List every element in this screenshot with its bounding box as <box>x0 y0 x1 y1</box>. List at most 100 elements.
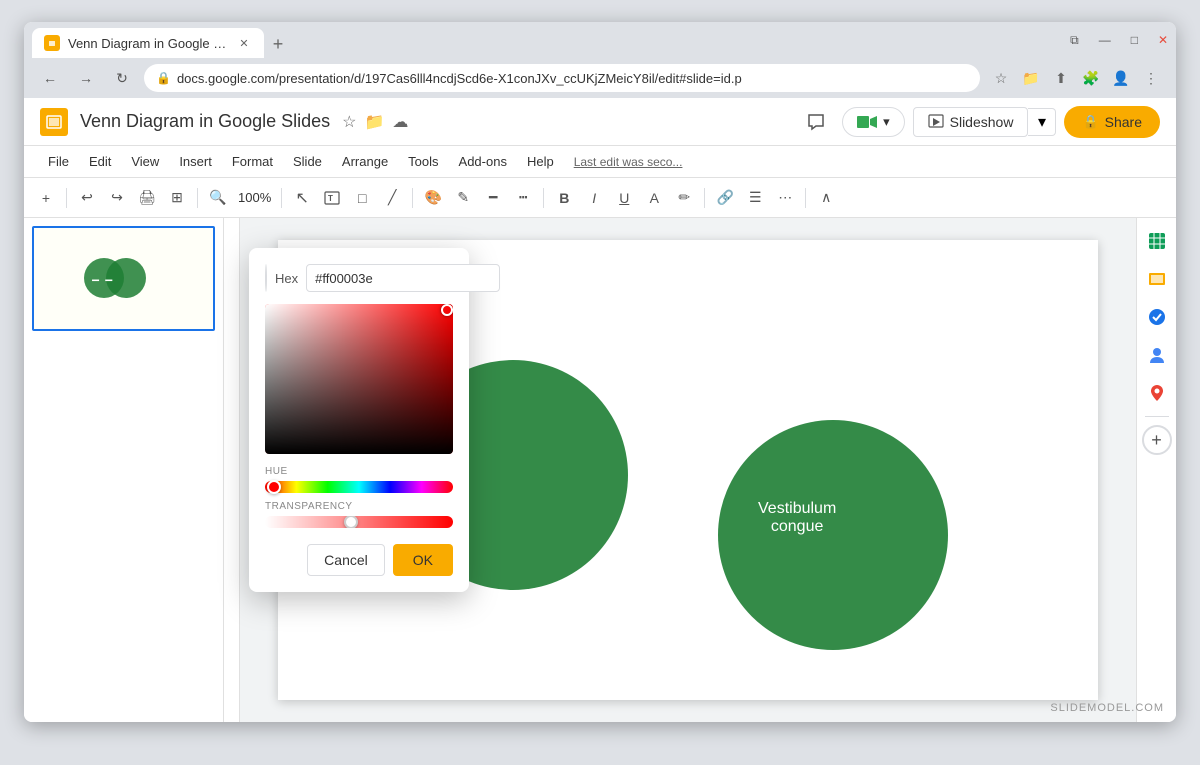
slideshow-button[interactable]: Slideshow <box>913 107 1029 137</box>
divider-7 <box>805 188 806 208</box>
comment-button[interactable] <box>798 104 834 140</box>
bold-button[interactable]: B <box>550 184 578 212</box>
contacts-icon[interactable] <box>1142 340 1172 370</box>
back-button[interactable]: ← <box>36 64 64 92</box>
italic-button[interactable]: I <box>580 184 608 212</box>
tab-title-text: Venn Diagram in Google Slides <box>68 36 228 51</box>
divider-2 <box>197 188 198 208</box>
chrome-menu-icon[interactable]: ⋮ <box>1138 65 1164 91</box>
color-gradient[interactable] <box>265 304 453 454</box>
zoom-level[interactable]: 100% <box>234 190 275 205</box>
shape-button[interactable]: □ <box>348 184 376 212</box>
align-button[interactable]: ☰ <box>741 184 769 212</box>
link-button[interactable]: 🔗 <box>711 184 739 212</box>
menu-slide[interactable]: Slide <box>285 150 330 173</box>
menu-help[interactable]: Help <box>519 150 562 173</box>
text-box-button[interactable]: T <box>318 184 346 212</box>
print-button[interactable]: 🖨 <box>133 184 161 212</box>
tab-close-button[interactable]: ✕ <box>236 35 252 51</box>
format-paint-button[interactable]: ⊞ <box>163 184 191 212</box>
line-dash-button[interactable]: ┅ <box>509 184 537 212</box>
cancel-button[interactable]: Cancel <box>307 544 385 576</box>
maps-icon[interactable] <box>1142 378 1172 408</box>
bookmark-icon[interactable]: ☆ <box>988 65 1014 91</box>
watermark: SLIDEMODEL.COM <box>1050 702 1164 714</box>
transparency-gradient <box>265 516 453 528</box>
line-color-button[interactable]: ✎ <box>449 184 477 212</box>
menu-format[interactable]: Format <box>224 150 281 173</box>
line-weight-button[interactable]: ━ <box>479 184 507 212</box>
line-button[interactable]: ╱ <box>378 184 406 212</box>
move-to-folder-icon[interactable]: 📁 <box>365 112 385 132</box>
dialog-buttons: Cancel OK <box>265 544 453 576</box>
window-minimize-button[interactable]: — <box>1099 33 1111 47</box>
font-color-button[interactable]: A <box>640 184 668 212</box>
refresh-button[interactable]: ↻ <box>108 64 136 92</box>
menu-view[interactable]: View <box>123 150 167 173</box>
divider-4 <box>412 188 413 208</box>
hex-input[interactable] <box>306 264 500 292</box>
fill-color-button[interactable]: 🎨 <box>419 184 447 212</box>
extensions-icon[interactable]: 🧩 <box>1078 65 1104 91</box>
address-actions: ☆ 📁 ⬆ 🧩 👤 ⋮ <box>988 65 1164 91</box>
more-button[interactable]: ⋯ <box>771 184 799 212</box>
cloud-icon[interactable]: ☁ <box>392 112 408 132</box>
url-bar[interactable]: 🔒 docs.google.com/presentation/d/197Cas6… <box>144 64 980 92</box>
tasks-icon[interactable] <box>1142 302 1172 332</box>
share-button[interactable]: 🔒 Share <box>1064 106 1160 138</box>
tab-favicon <box>44 35 60 51</box>
main-area: 1 −− <box>24 218 1176 722</box>
new-tab-button[interactable]: + <box>264 30 292 58</box>
last-edit-text[interactable]: Last edit was seco... <box>574 155 683 169</box>
venn-mini: −− <box>84 258 164 298</box>
ok-button[interactable]: OK <box>393 544 453 576</box>
menu-insert[interactable]: Insert <box>171 150 220 173</box>
insert-button[interactable]: + <box>32 184 60 212</box>
window-maximize-button[interactable]: □ <box>1131 33 1138 47</box>
lock-icon: 🔒 <box>156 71 171 85</box>
save-to-drive-icon[interactable]: 📁 <box>1018 65 1044 91</box>
slideshow-dropdown-button[interactable]: ▾ <box>1028 108 1056 136</box>
hue-track[interactable] <box>265 481 453 493</box>
mini-minus-icons: −− <box>92 272 113 288</box>
underline-button[interactable]: U <box>610 184 638 212</box>
url-text: docs.google.com/presentation/d/197Cas6ll… <box>177 71 968 86</box>
forward-button[interactable]: → <box>72 64 100 92</box>
transparency-track[interactable] <box>265 516 453 528</box>
meet-button[interactable]: ▾ <box>842 107 905 137</box>
sheets-icon[interactable] <box>1142 226 1172 256</box>
menu-arrange[interactable]: Arrange <box>334 150 396 173</box>
color-preview <box>265 264 267 292</box>
highlight-button[interactable]: ✏ <box>670 184 698 212</box>
slide-thumbnail-1[interactable]: 1 −− <box>32 226 215 331</box>
redo-button[interactable] <box>103 184 131 212</box>
menu-edit[interactable]: Edit <box>81 150 119 173</box>
menu-tools[interactable]: Tools <box>400 150 446 173</box>
hue-thumb[interactable] <box>267 480 281 494</box>
lock-share-icon: 🔒 <box>1082 114 1098 130</box>
window-close-button[interactable]: ✕ <box>1158 33 1168 47</box>
transparency-label: TRANSPARENCY <box>265 501 453 512</box>
collapse-toolbar-button[interactable]: ∧ <box>812 184 840 212</box>
menu-addons[interactable]: Add-ons <box>451 150 515 173</box>
share-address-icon[interactable]: ⬆ <box>1048 65 1074 91</box>
active-tab[interactable]: Venn Diagram in Google Slides ✕ <box>32 28 264 58</box>
menu-file[interactable]: File <box>40 150 77 173</box>
title-icons: ☆ 📁 ☁ <box>342 112 408 132</box>
add-sidebar-button[interactable]: + <box>1142 425 1172 455</box>
star-icon[interactable]: ☆ <box>342 112 356 132</box>
divider-3 <box>281 188 282 208</box>
zoom-button[interactable]: 🔍 <box>204 184 232 212</box>
hue-slider-container: HUE <box>265 466 453 493</box>
vestibulum-text: Vestibulum congue <box>758 500 836 536</box>
undo-button[interactable] <box>73 184 101 212</box>
gradient-black <box>265 304 453 454</box>
transparency-thumb[interactable] <box>344 516 358 528</box>
window-restore-button[interactable]: ⧉ <box>1070 33 1079 48</box>
profile-icon[interactable]: 👤 <box>1108 65 1134 91</box>
cursor-button[interactable]: ↖ <box>288 184 316 212</box>
slideshow-group: Slideshow ▾ <box>913 107 1057 137</box>
meet-label: ▾ <box>883 114 890 130</box>
slides-panel: 1 −− <box>24 218 224 722</box>
slides-side-icon[interactable] <box>1142 264 1172 294</box>
